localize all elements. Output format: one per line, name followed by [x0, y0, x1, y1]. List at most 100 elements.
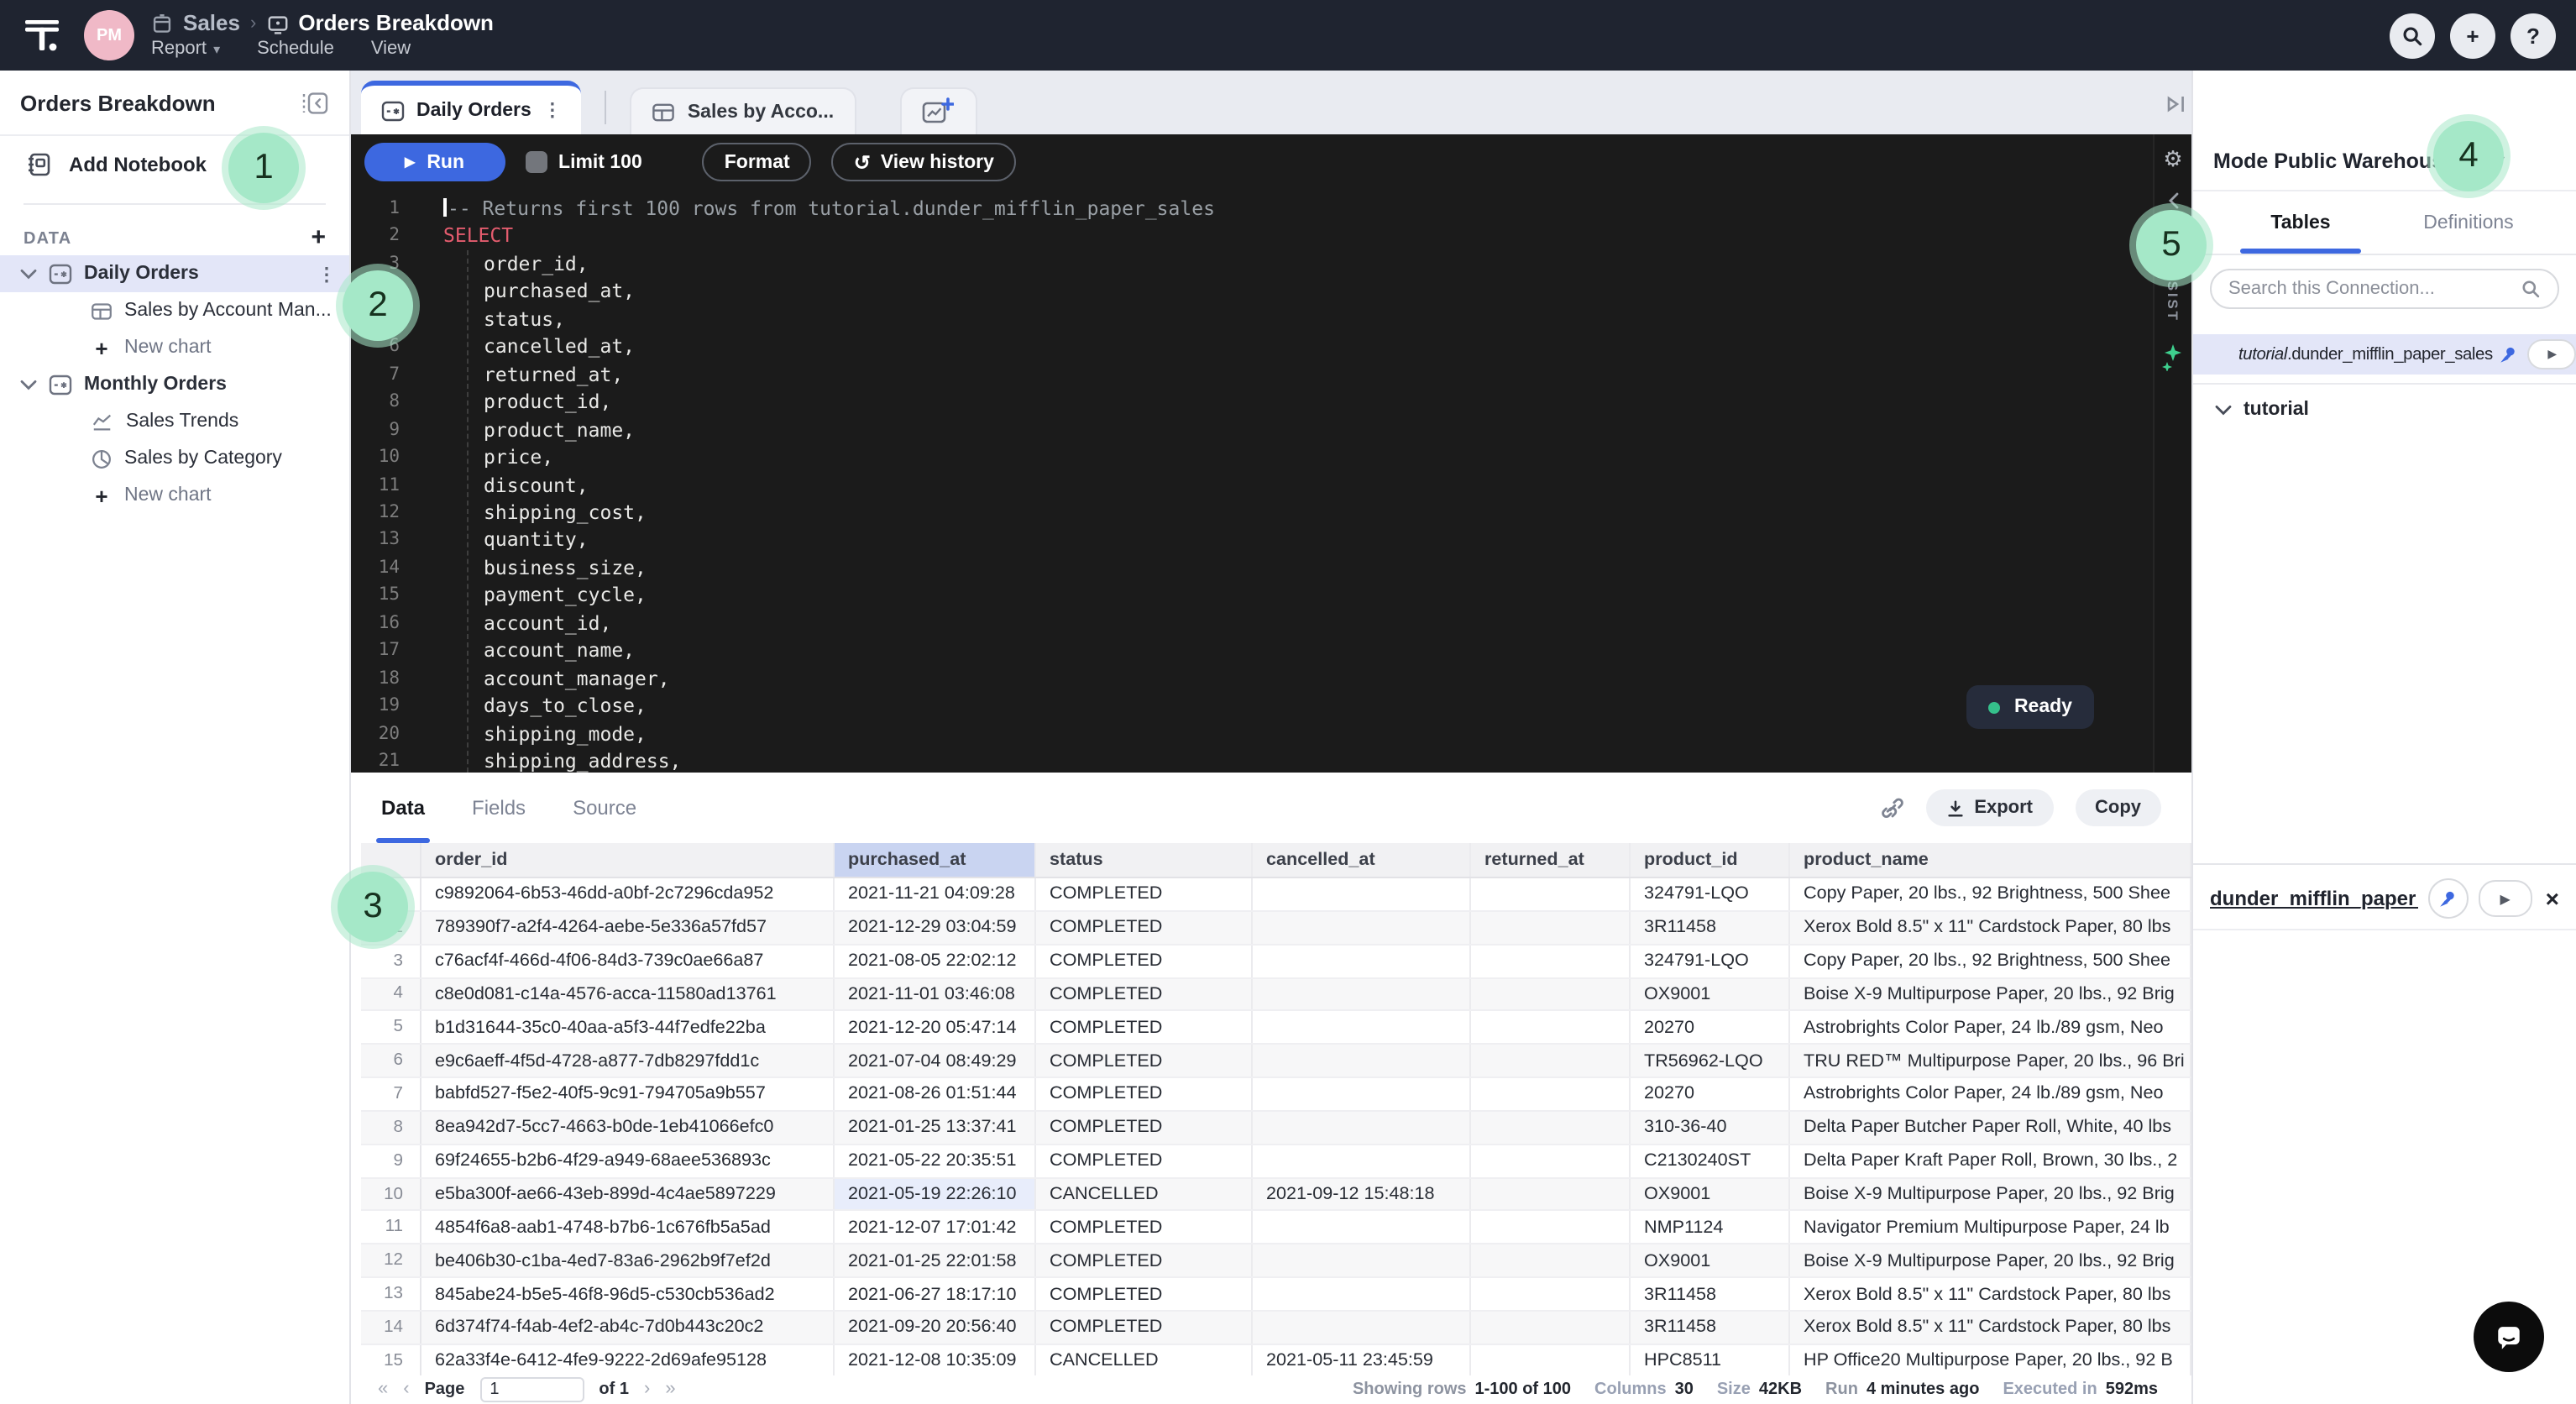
table-row[interactable]: 2789390f7-a2f4-4264-aebe-5e336a57fd57202…: [361, 912, 2191, 946]
cell-product_name[interactable]: Boise X-9 Multipurpose Paper, 20 lbs., 9…: [1790, 978, 2191, 1010]
cell-cancelled_at[interactable]: [1253, 878, 1471, 910]
cell-purchased_at[interactable]: 2021-05-19 22:26:10: [835, 1178, 1036, 1210]
cell-order_id[interactable]: be406b30-c1ba-4ed7-83a6-2962b9f7ef2d: [421, 1245, 835, 1277]
cell-status[interactable]: COMPLETED: [1036, 945, 1253, 977]
cell-product_id[interactable]: 20270: [1631, 1078, 1790, 1110]
table-row[interactable]: 13845abe24-b5e5-46f8-96d5-c530cb536ad220…: [361, 1278, 2191, 1312]
cell-cancelled_at[interactable]: [1253, 1245, 1471, 1277]
cell-returned_at[interactable]: [1471, 1045, 1631, 1077]
cell-product_id[interactable]: 324791-LQO: [1631, 878, 1790, 910]
cell-product_name[interactable]: Boise X-9 Multipurpose Paper, 20 lbs., 9…: [1790, 1245, 2191, 1277]
cell-product_id[interactable]: 3R11458: [1631, 1312, 1790, 1344]
cell-status[interactable]: COMPLETED: [1036, 912, 1253, 944]
cell-status[interactable]: COMPLETED: [1036, 1245, 1253, 1277]
cell-order_id[interactable]: b1d31644-35c0-40aa-a5f3-44f7edfe22ba: [421, 1012, 835, 1044]
chevron-down-icon[interactable]: [20, 268, 37, 280]
table-row[interactable]: 1c9892064-6b53-46dd-a0bf-2c7296cda952202…: [361, 878, 2191, 912]
chat-launcher-button[interactable]: [2474, 1302, 2544, 1372]
sidebar-item-new-chart[interactable]: +New chart: [0, 329, 349, 366]
table-row[interactable]: 146d374f74-f4ab-4ef2-ab4c-7d0b443c20c220…: [361, 1312, 2191, 1345]
column-header-returned_at[interactable]: returned_at: [1471, 843, 1631, 877]
cell-status[interactable]: COMPLETED: [1036, 878, 1253, 910]
cell-status[interactable]: COMPLETED: [1036, 1012, 1253, 1044]
table-row[interactable]: 5b1d31644-35c0-40aa-a5f3-44f7edfe22ba202…: [361, 1012, 2191, 1045]
cell-purchased_at[interactable]: 2021-08-26 01:51:44: [835, 1078, 1036, 1110]
menu-view[interactable]: View: [371, 39, 411, 60]
cell-status[interactable]: CANCELLED: [1036, 1178, 1253, 1210]
cell-order_id[interactable]: c9892064-6b53-46dd-a0bf-2c7296cda952: [421, 878, 835, 910]
cell-product_id[interactable]: HPC8511: [1631, 1345, 1790, 1375]
preview-table-button[interactable]: ▶: [2528, 339, 2576, 369]
cell-returned_at[interactable]: [1471, 1078, 1631, 1110]
cell-status[interactable]: COMPLETED: [1036, 978, 1253, 1010]
cell-cancelled_at[interactable]: [1253, 1078, 1471, 1110]
page-input[interactable]: [479, 1376, 584, 1401]
new-chart-tab-button[interactable]: [899, 87, 976, 134]
cell-status[interactable]: COMPLETED: [1036, 1112, 1253, 1144]
last-page-button[interactable]: »: [665, 1379, 675, 1399]
cell-status[interactable]: COMPLETED: [1036, 1078, 1253, 1110]
cell-cancelled_at[interactable]: 2021-09-12 15:48:18: [1253, 1178, 1471, 1210]
cell-product_name[interactable]: Astrobrights Color Paper, 24 lb./89 gsm,…: [1790, 1078, 2191, 1110]
cell-cancelled_at[interactable]: [1253, 945, 1471, 977]
cell-returned_at[interactable]: [1471, 1145, 1631, 1177]
cell-purchased_at[interactable]: 2021-12-29 03:04:59: [835, 912, 1036, 944]
cell-returned_at[interactable]: [1471, 945, 1631, 977]
cell-product_name[interactable]: Xerox Bold 8.5" x 11" Cardstock Paper, 8…: [1790, 912, 2191, 944]
cell-order_id[interactable]: babfd527-f5e2-40f5-9c91-794705a9b557: [421, 1078, 835, 1110]
cell-cancelled_at[interactable]: [1253, 1312, 1471, 1344]
cell-cancelled_at[interactable]: [1253, 978, 1471, 1010]
cell-product_name[interactable]: TRU RED™ Multipurpose Paper, 20 lbs., 96…: [1790, 1045, 2191, 1077]
view-history-button[interactable]: ↺ View history: [832, 143, 1016, 181]
results-table[interactable]: order_idpurchased_atstatuscancelled_atre…: [351, 843, 2191, 1375]
cell-product_id[interactable]: OX9001: [1631, 978, 1790, 1010]
tab-definitions[interactable]: Definitions: [2385, 191, 2552, 254]
cell-cancelled_at[interactable]: [1253, 1145, 1471, 1177]
cell-status[interactable]: COMPLETED: [1036, 1312, 1253, 1344]
detail-table-link[interactable]: dunder_mifflin_paper_s...: [2210, 887, 2418, 910]
cell-product_id[interactable]: OX9001: [1631, 1245, 1790, 1277]
cell-order_id[interactable]: 789390f7-a2f4-4264-aebe-5e336a57fd57: [421, 912, 835, 944]
format-button[interactable]: Format: [703, 143, 812, 181]
sidebar-item-sales-by-category[interactable]: Sales by Category: [0, 440, 349, 477]
collapse-sidebar-button[interactable]: [301, 90, 329, 115]
cell-returned_at[interactable]: [1471, 1212, 1631, 1244]
first-page-button[interactable]: «: [378, 1379, 388, 1399]
cell-purchased_at[interactable]: 2021-12-08 10:35:09: [835, 1345, 1036, 1375]
tab-source[interactable]: Source: [573, 773, 636, 843]
column-header-product_id[interactable]: product_id: [1631, 843, 1790, 877]
table-row[interactable]: 114854f6a8-aab1-4748-b7b6-1c676fb5a5ad20…: [361, 1212, 2191, 1245]
cell-product_name[interactable]: Xerox Bold 8.5" x 11" Cardstock Paper, 8…: [1790, 1278, 2191, 1310]
cell-product_id[interactable]: OX9001: [1631, 1178, 1790, 1210]
cell-purchased_at[interactable]: 2021-05-22 20:35:51: [835, 1145, 1036, 1177]
cell-cancelled_at[interactable]: [1253, 1045, 1471, 1077]
column-header-status[interactable]: status: [1036, 843, 1253, 877]
sidebar-item-sales-by-account-man-[interactable]: Sales by Account Man...: [0, 292, 349, 329]
menu-schedule[interactable]: Schedule: [257, 39, 334, 60]
table-row[interactable]: 10e5ba300f-ae66-43eb-899d-4c4ae589722920…: [361, 1178, 2191, 1212]
search-button[interactable]: [2390, 13, 2435, 58]
cell-purchased_at[interactable]: 2021-06-27 18:17:10: [835, 1278, 1036, 1310]
export-button[interactable]: Export: [1925, 789, 2053, 826]
cell-product_name[interactable]: Navigator Premium Multipurpose Paper, 24…: [1790, 1212, 2191, 1244]
table-row[interactable]: 88ea942d7-5cc7-4663-b0de-1eb41066efc0202…: [361, 1112, 2191, 1145]
cell-status[interactable]: COMPLETED: [1036, 1145, 1253, 1177]
limit-toggle[interactable]: Limit 100: [525, 151, 642, 173]
column-header-order_id[interactable]: order_id: [421, 843, 835, 877]
cell-order_id[interactable]: e5ba300f-ae66-43eb-899d-4c4ae5897229: [421, 1178, 835, 1210]
table-row[interactable]: 3c76acf4f-466d-4f06-84d3-739c0ae66a87202…: [361, 945, 2191, 978]
add-button[interactable]: +: [2450, 13, 2495, 58]
table-row[interactable]: 1562a33f4e-6412-4fe9-9222-2d69afe9512820…: [361, 1345, 2191, 1375]
cell-product_id[interactable]: 310-36-40: [1631, 1112, 1790, 1144]
limit-checkbox[interactable]: [525, 151, 547, 173]
cell-product_name[interactable]: Delta Paper Kraft Paper Roll, Brown, 30 …: [1790, 1145, 2191, 1177]
tab-data[interactable]: Data: [381, 773, 425, 843]
connection-name[interactable]: Mode Public Warehouse: [2213, 149, 2455, 172]
cell-order_id[interactable]: 845abe24-b5e5-46f8-96d5-c530cb536ad2: [421, 1278, 835, 1310]
tab-sales-by-account[interactable]: Sales by Acco...: [631, 87, 856, 134]
cell-product_name[interactable]: Copy Paper, 20 lbs., 92 Brightness, 500 …: [1790, 878, 2191, 910]
cell-product_name[interactable]: Xerox Bold 8.5" x 11" Cardstock Paper, 8…: [1790, 1312, 2191, 1344]
add-data-button[interactable]: +: [311, 228, 326, 249]
cell-product_name[interactable]: Copy Paper, 20 lbs., 92 Brightness, 500 …: [1790, 945, 2191, 977]
collapse-panel-icon[interactable]: [2165, 191, 2181, 210]
